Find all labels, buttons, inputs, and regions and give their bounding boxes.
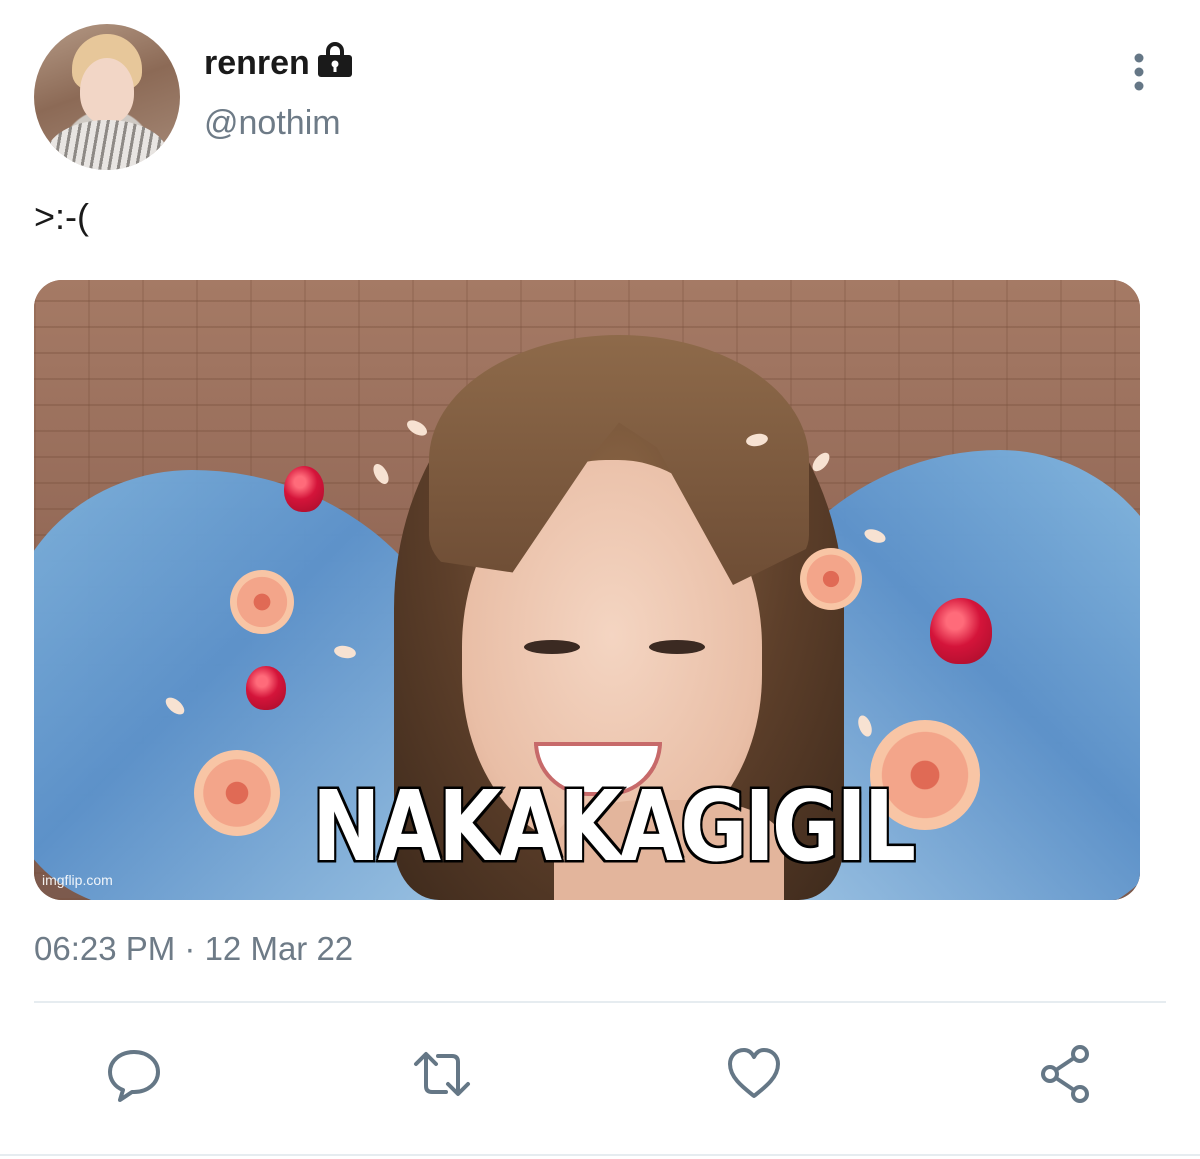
bottom-divider <box>0 1154 1200 1156</box>
rose-flower <box>194 750 280 836</box>
retweet-icon <box>414 1052 470 1096</box>
like-button[interactable] <box>724 1044 784 1104</box>
avatar[interactable] <box>34 24 180 170</box>
strawberry <box>284 466 324 512</box>
more-vertical-icon[interactable] <box>1124 52 1154 92</box>
lock-icon <box>316 42 354 78</box>
imgflip-watermark: imgflip.com <box>42 872 113 888</box>
retweet-button[interactable] <box>412 1044 472 1104</box>
avatar-face <box>80 58 134 124</box>
tweet-text: >:-( <box>34 196 90 237</box>
reply-icon <box>108 1050 160 1102</box>
display-name[interactable]: renren <box>204 44 310 83</box>
heart-icon <box>728 1048 780 1098</box>
tweet-media-image[interactable]: NAKAKAGIGIL imgflip.com <box>34 280 1140 900</box>
tweet-timestamp[interactable]: 06:23 PM · 12 Mar 22 <box>34 930 353 968</box>
strawberry <box>246 666 286 710</box>
strawberry <box>930 598 992 664</box>
rose-flower <box>230 570 294 634</box>
share-icon <box>1041 1045 1089 1103</box>
rose-flower <box>800 548 862 610</box>
share-button[interactable] <box>1036 1044 1096 1104</box>
reply-button[interactable] <box>104 1044 164 1104</box>
username-handle[interactable]: @nothim <box>204 104 341 143</box>
avatar-body <box>46 120 168 170</box>
left-eye <box>524 640 580 654</box>
right-eye <box>649 640 705 654</box>
meme-caption: NAKAKAGIGIL <box>310 769 918 886</box>
divider <box>34 1001 1166 1003</box>
